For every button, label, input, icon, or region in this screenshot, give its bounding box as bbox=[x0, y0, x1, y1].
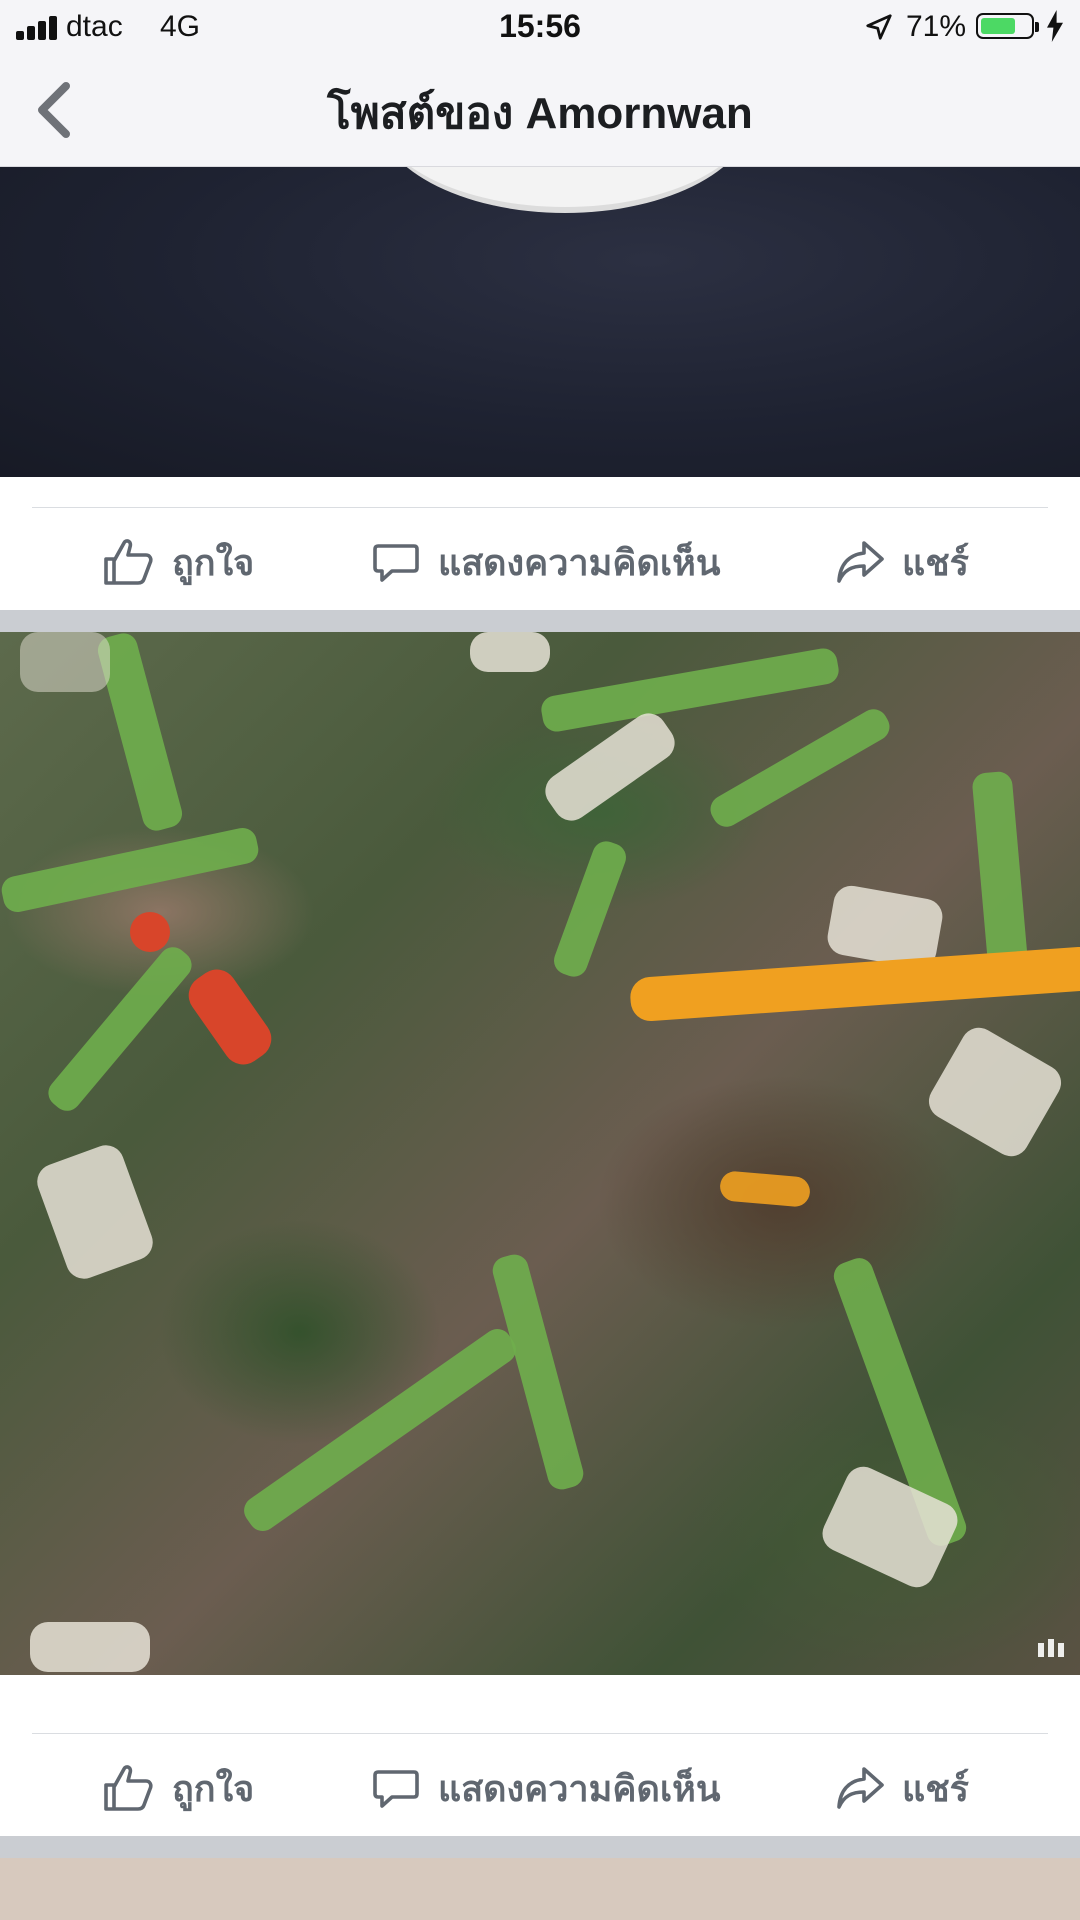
battery-fill bbox=[981, 18, 1015, 34]
share-arrow-icon bbox=[837, 1767, 884, 1809]
comment-bubble-icon bbox=[373, 544, 419, 582]
post-separator bbox=[0, 610, 1080, 632]
divider bbox=[32, 1733, 1048, 1734]
post-actions: ถูกใจ แสดงความคิดเห็น แชร์ bbox=[0, 1738, 1080, 1838]
comment-button[interactable]: แสดงความคิดเห็น bbox=[372, 1758, 720, 1818]
thumbs-up-icon bbox=[104, 539, 153, 585]
share-arrow-icon bbox=[837, 541, 884, 583]
share-button[interactable]: แชร์ bbox=[836, 532, 969, 592]
post-media-image[interactable] bbox=[0, 1858, 1080, 1920]
post-media-image[interactable] bbox=[0, 167, 1080, 477]
post-actions: ถูกใจ แสดงความคิดเห็น แชร์ bbox=[0, 512, 1080, 612]
thumbs-up-icon bbox=[104, 1765, 153, 1811]
share-label: แชร์ bbox=[902, 541, 969, 583]
post-separator bbox=[0, 1836, 1080, 1858]
page-title: โพสต์ของ Amornwan bbox=[327, 89, 753, 138]
video-indicator-icon bbox=[1038, 1639, 1066, 1657]
divider bbox=[32, 507, 1048, 508]
plate-shape bbox=[375, 167, 755, 213]
battery-icon bbox=[976, 13, 1039, 39]
like-button[interactable]: ถูกใจ bbox=[102, 532, 254, 592]
top-bar: dtac 4G 15:56 71% โพสต์ของ Amornwan bbox=[0, 0, 1080, 167]
comment-button[interactable]: แสดงความคิดเห็น bbox=[372, 532, 720, 592]
post-media-video[interactable] bbox=[0, 632, 1080, 1675]
like-label: ถูกใจ bbox=[172, 1767, 255, 1809]
like-button[interactable]: ถูกใจ bbox=[102, 1758, 254, 1818]
share-button[interactable]: แชร์ bbox=[836, 1758, 969, 1818]
location-arrow-icon bbox=[866, 14, 892, 40]
status-bar: dtac 4G 15:56 71% bbox=[0, 0, 1080, 54]
comment-bubble-icon bbox=[373, 1770, 419, 1808]
battery-percent: 71% bbox=[906, 10, 967, 43]
comment-label: แสดงความคิดเห็น bbox=[438, 541, 721, 583]
share-label: แชร์ bbox=[902, 1767, 969, 1809]
charging-bolt-icon bbox=[1047, 10, 1063, 42]
comment-label: แสดงความคิดเห็น bbox=[438, 1767, 721, 1809]
like-label: ถูกใจ bbox=[172, 541, 255, 583]
